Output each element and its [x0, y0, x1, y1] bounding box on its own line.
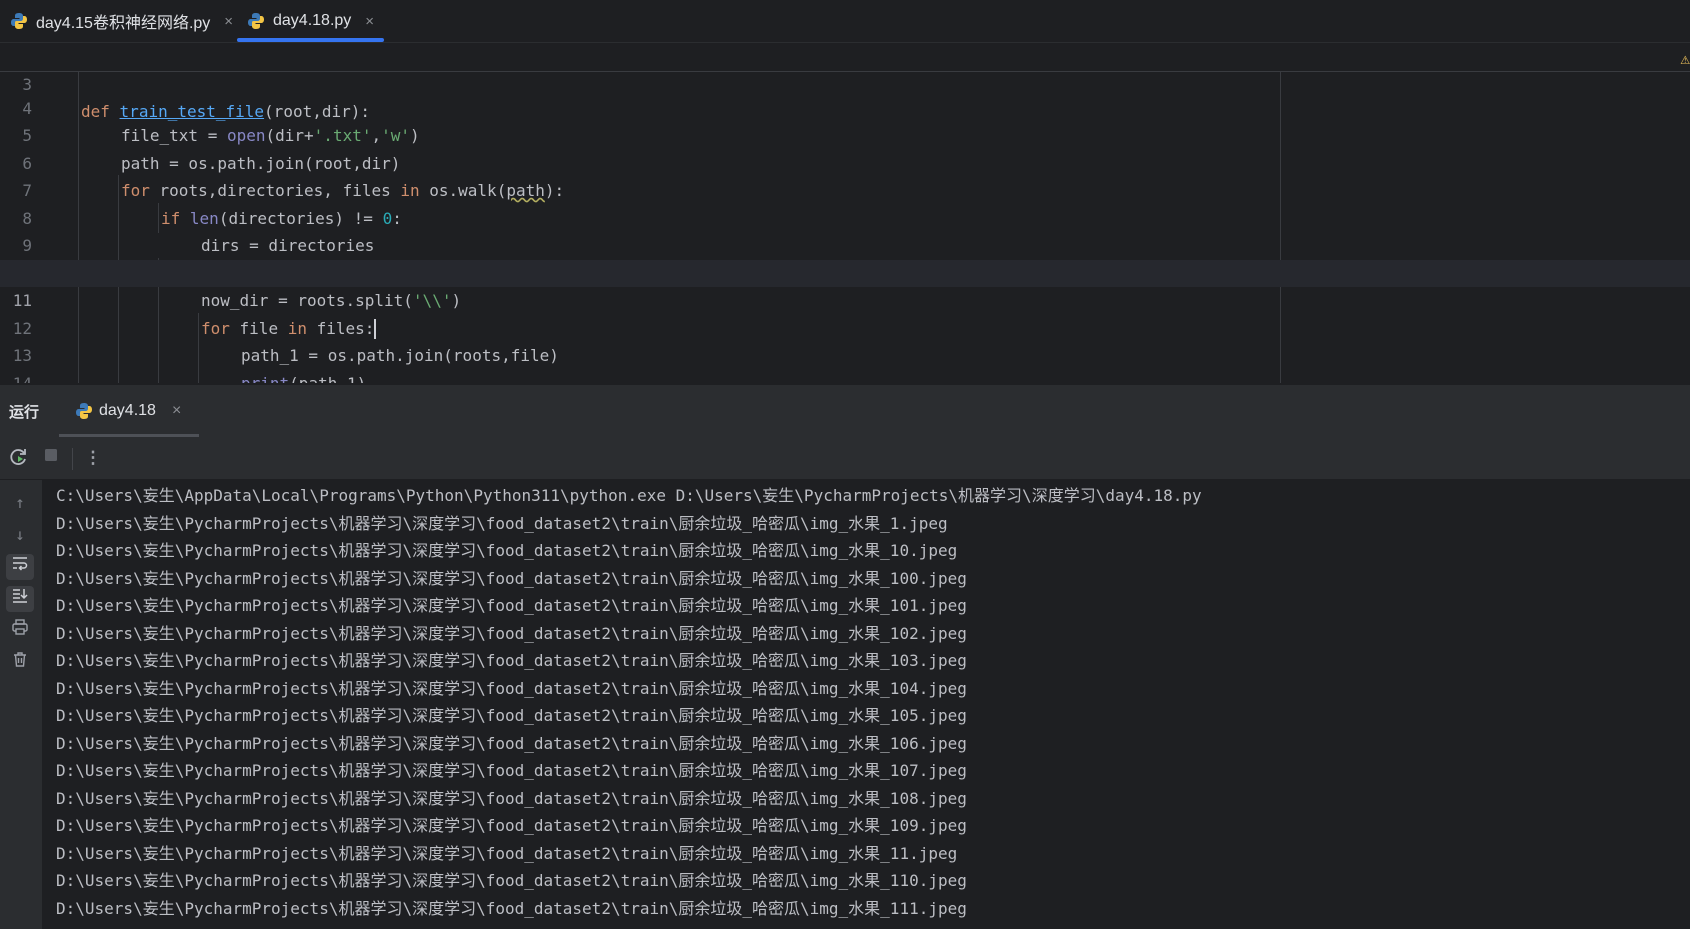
- code-line[interactable]: 6 for roots,directories, files in os.wal…: [0, 122, 1690, 201]
- close-icon[interactable]: ×: [224, 13, 233, 30]
- warning-icon[interactable]: ⚠: [1680, 49, 1690, 68]
- close-icon[interactable]: ×: [172, 402, 181, 420]
- run-toolbar: ⋮: [0, 437, 1690, 480]
- console-line: D:\Users\妄生\PycharmProjects\机器学习\深度学习\fo…: [56, 733, 967, 753]
- console-line: D:\Users\妄生\PycharmProjects\机器学习\深度学习\fo…: [56, 678, 967, 698]
- code-editor[interactable]: 3 def train_test_file(root,dir): ⚠ 4 fil…: [0, 43, 1690, 383]
- trash-icon[interactable]: [6, 650, 34, 676]
- run-side-toolbar: ↑ ↓: [0, 480, 42, 929]
- arrow-up-icon[interactable]: ↑: [6, 490, 34, 516]
- current-code-line[interactable]: 11 for file in files:: [0, 259, 1690, 339]
- tab-label: day4.15卷积神经网络.py: [36, 15, 211, 32]
- active-tab-indicator: [237, 38, 385, 42]
- code-line[interactable]: 8 dirs = directories: [0, 177, 1690, 256]
- console-line: D:\Users\妄生\PycharmProjects\机器学习\深度学习\fo…: [56, 816, 967, 835]
- run-tab-day4-18[interactable]: day4.18 ×: [59, 385, 200, 437]
- run-panel-title: 运行: [9, 404, 40, 421]
- console-line: D:\Users\妄生\PycharmProjects\机器学习\深度学习\fo…: [56, 623, 967, 643]
- code-line[interactable]: 14 file_txt.write(path_1+' '+str(dirs.in…: [0, 342, 1690, 384]
- console-line: D:\Users\妄生\PycharmProjects\机器学习\深度学习\fo…: [56, 706, 967, 725]
- console-line: D:\Users\妄生\PycharmProjects\机器学习\深度学习\fo…: [56, 761, 967, 780]
- code-line[interactable]: 9 else:: [0, 205, 1690, 283]
- code-line[interactable]: 13 print(path_1): [0, 315, 1690, 383]
- tab-day4-15[interactable]: day4.15卷积神经网络.py ×: [10, 0, 233, 42]
- tab-label: day4.18.py: [273, 12, 352, 29]
- sticky-scroll-line[interactable]: 3 def train_test_file(root,dir): ⚠: [0, 43, 1690, 121]
- console-line: D:\Users\妄生\PycharmProjects\机器学习\深度学习\fo…: [56, 568, 967, 588]
- editor-tab-bar: day4.15卷积神经网络.py × day4.18.py ×: [0, 0, 1690, 43]
- tab-day4-18[interactable]: day4.18.py ×: [237, 0, 385, 42]
- scroll-to-end-icon[interactable]: [6, 586, 34, 612]
- code-line[interactable]: 10 now_dir = roots.split('\\'): [0, 232, 1690, 311]
- console-line: D:\Users\妄生\PycharmProjects\机器学习\深度学习\fo…: [56, 898, 967, 918]
- run-tab-label: day4.18: [99, 402, 156, 419]
- console-line: D:\Users\妄生\PycharmProjects\机器学习\深度学习\fo…: [56, 541, 958, 560]
- console-line: D:\Users\妄生\PycharmProjects\机器学习\深度学习\fo…: [56, 788, 967, 808]
- soft-wrap-icon[interactable]: [6, 554, 34, 580]
- console-output[interactable]: C:\Users\妄生\AppData\Local\Programs\Pytho…: [42, 480, 1690, 929]
- code-line[interactable]: 7 if len(directories) != 0:: [0, 150, 1690, 228]
- console-line: D:\Users\妄生\PycharmProjects\机器学习\深度学习\fo…: [56, 513, 948, 533]
- console-line: D:\Users\妄生\PycharmProjects\机器学习\深度学习\fo…: [56, 871, 967, 890]
- console-line: D:\Users\妄生\PycharmProjects\机器学习\深度学习\fo…: [56, 843, 958, 863]
- close-icon[interactable]: ×: [365, 13, 374, 30]
- console-line: C:\Users\妄生\AppData\Local\Programs\Pytho…: [56, 486, 1202, 505]
- toolbar-divider: [72, 448, 73, 470]
- python-icon: [75, 402, 93, 420]
- python-icon: [247, 12, 265, 30]
- rerun-icon[interactable]: [8, 447, 30, 469]
- console-line: D:\Users\妄生\PycharmProjects\机器学习\深度学习\fo…: [56, 651, 967, 670]
- print-icon[interactable]: [6, 618, 34, 644]
- console-line: D:\Users\妄生\PycharmProjects\机器学习\深度学习\fo…: [56, 596, 967, 615]
- code-line[interactable]: 15 file_txt.close(): [0, 370, 1690, 384]
- arrow-down-icon[interactable]: ↓: [6, 522, 34, 548]
- run-panel-header: 运行 day4.18 ×: [0, 384, 1690, 438]
- line-number: 3: [22, 74, 32, 94]
- stop-icon[interactable]: [40, 447, 62, 469]
- python-icon: [10, 12, 28, 30]
- code-line: def train_test_file(root,dir):: [81, 102, 371, 121]
- more-options-icon[interactable]: ⋮: [82, 447, 104, 469]
- code-line[interactable]: 12 path_1 = os.path.join(roots,file): [0, 287, 1690, 366]
